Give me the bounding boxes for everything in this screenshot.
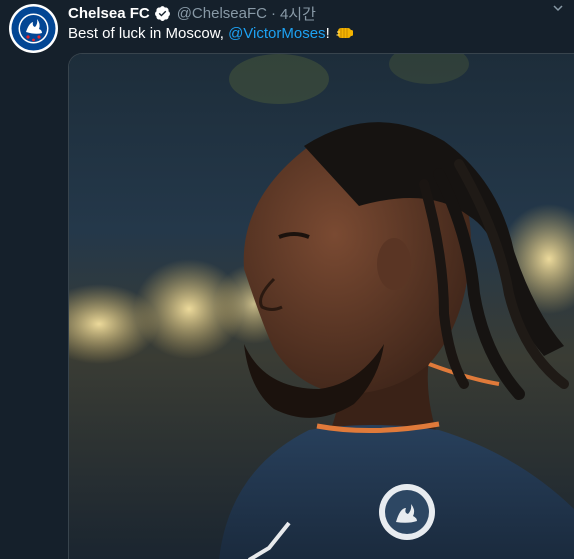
tweet-timestamp[interactable]: 4시간: [280, 3, 316, 24]
fist-bump-emoji-icon: [336, 25, 354, 46]
tweet-text-body: Best of luck in Moscow,: [68, 25, 229, 42]
tweet-text-end: !: [325, 25, 330, 42]
player-photo: [69, 54, 574, 559]
author-handle[interactable]: @ChelseaFC: [177, 5, 267, 22]
mention-link[interactable]: @VictorMoses: [228, 25, 325, 42]
tweet-card[interactable]: Chelsea FC @ChelseaFC · 4시간 Best of luck…: [0, 0, 574, 559]
header-separator: ·: [270, 4, 276, 22]
tweet-header: Chelsea FC @ChelseaFC · 4시간: [68, 3, 544, 23]
chevron-down-icon[interactable]: [552, 2, 564, 17]
author-avatar[interactable]: [9, 4, 58, 53]
tweet-photo[interactable]: [68, 53, 574, 559]
author-name[interactable]: Chelsea FC: [68, 5, 150, 22]
tweet-text: Best of luck in Moscow, @VictorMoses!: [68, 24, 354, 46]
photo-description: [69, 54, 70, 55]
verified-badge-icon: [154, 5, 171, 22]
chelsea-crest-icon: [9, 4, 58, 53]
